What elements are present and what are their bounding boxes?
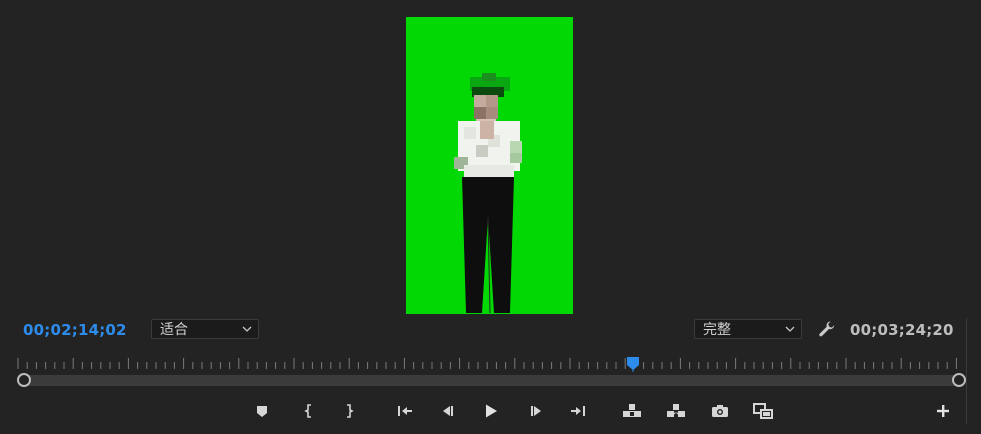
go-to-in-icon bbox=[398, 406, 412, 416]
lift-icon bbox=[623, 404, 641, 417]
export-frame-button[interactable] bbox=[709, 400, 731, 422]
zoom-scrollbar[interactable] bbox=[17, 375, 965, 386]
zoom-level-value: 适合 bbox=[160, 322, 188, 338]
step-back-button[interactable] bbox=[437, 400, 459, 422]
camera-icon bbox=[712, 405, 728, 417]
go-to-in-button[interactable] bbox=[394, 400, 416, 422]
extract-icon bbox=[667, 404, 685, 417]
mark-in-icon bbox=[304, 404, 311, 418]
zoom-scrollbar-right-handle[interactable] bbox=[952, 373, 966, 387]
add-marker-button[interactable] bbox=[251, 400, 273, 422]
compare-view-button[interactable] bbox=[752, 400, 774, 422]
go-to-out-icon bbox=[571, 406, 585, 416]
playback-resolution-select[interactable]: 完整 bbox=[694, 319, 802, 339]
playback-resolution-value: 完整 bbox=[703, 322, 731, 338]
chevron-down-icon bbox=[785, 326, 795, 332]
plus-icon bbox=[937, 405, 949, 417]
step-forward-icon bbox=[531, 406, 541, 416]
time-ruler[interactable] bbox=[14, 356, 967, 370]
step-forward-button[interactable] bbox=[525, 400, 547, 422]
video-frame bbox=[406, 17, 573, 314]
wrench-icon[interactable] bbox=[818, 320, 836, 338]
current-timecode[interactable]: 00;02;14;02 bbox=[23, 320, 127, 340]
go-to-out-button[interactable] bbox=[567, 400, 589, 422]
duration-timecode: 00;03;24;20 bbox=[850, 321, 954, 339]
playhead[interactable] bbox=[626, 356, 640, 372]
zoom-level-select[interactable]: 适合 bbox=[151, 319, 259, 339]
step-back-icon bbox=[443, 406, 453, 416]
zoom-scrollbar-left-handle[interactable] bbox=[17, 373, 31, 387]
lift-button[interactable] bbox=[621, 400, 643, 422]
marker-icon bbox=[257, 406, 267, 417]
mark-in-button[interactable] bbox=[298, 400, 320, 422]
button-editor-button[interactable] bbox=[932, 400, 954, 422]
transport-controls bbox=[0, 400, 981, 422]
compare-view-icon bbox=[753, 403, 773, 419]
program-monitor: 00;02;14;02 适合 完整 00;03;24;20 bbox=[0, 0, 981, 434]
play-button[interactable] bbox=[480, 400, 502, 422]
play-icon bbox=[486, 404, 497, 418]
mark-out-icon bbox=[347, 404, 354, 418]
chevron-down-icon bbox=[242, 326, 252, 332]
video-figure bbox=[454, 73, 522, 314]
extract-button[interactable] bbox=[665, 400, 687, 422]
mark-out-button[interactable] bbox=[338, 400, 360, 422]
